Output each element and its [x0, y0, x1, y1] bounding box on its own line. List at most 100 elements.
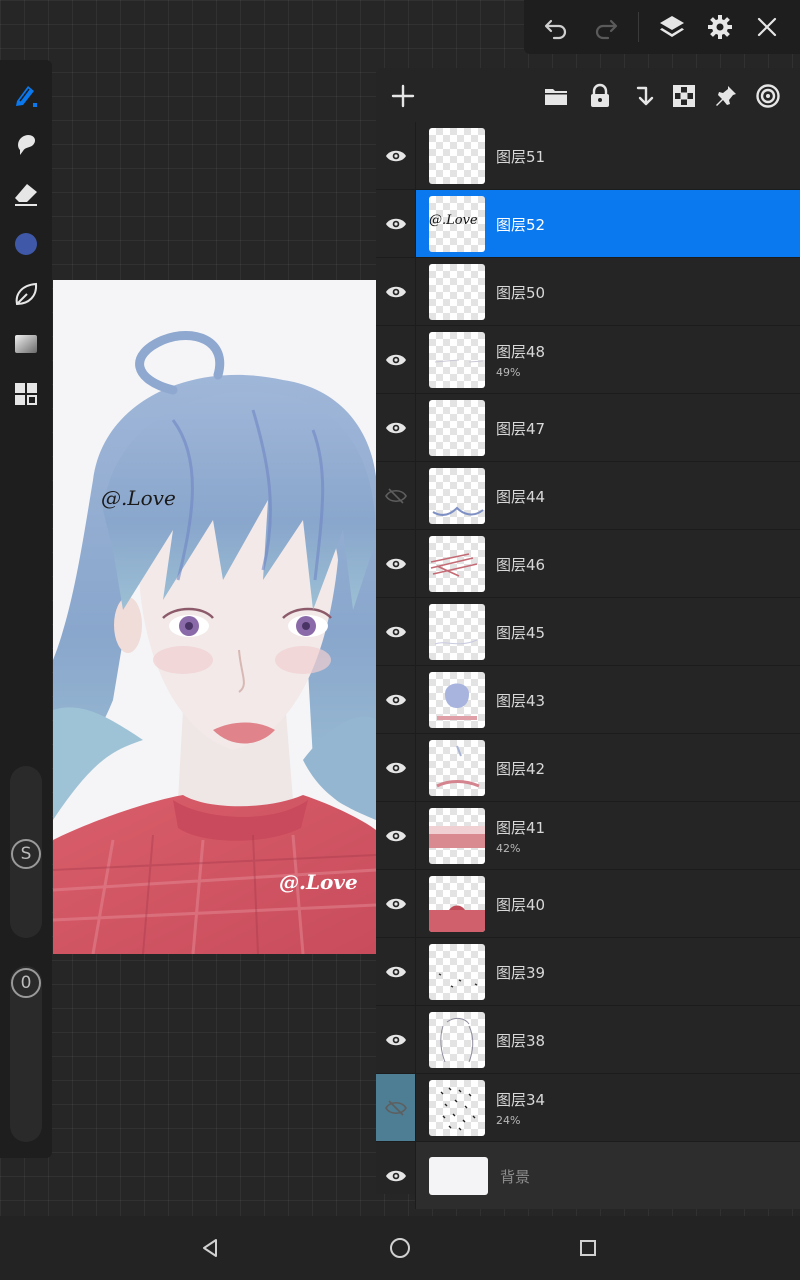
layer-name: 图层43: [496, 692, 546, 710]
reference-button[interactable]: [750, 78, 786, 114]
visibility-toggle[interactable]: [376, 326, 416, 393]
layer-name: 图层48: [496, 343, 546, 361]
visibility-toggle[interactable]: [376, 462, 416, 529]
shape-tool[interactable]: [8, 276, 44, 312]
drawing-canvas[interactable]: @.Love @.Love: [53, 280, 376, 954]
visibility-toggle[interactable]: [376, 190, 416, 257]
lock-layer-button[interactable]: [582, 78, 618, 114]
visibility-toggle[interactable]: [376, 1006, 416, 1073]
background-layer-row[interactable]: 背景: [376, 1142, 800, 1210]
eye-icon: [385, 1034, 406, 1045]
layer-opacity: 49%: [496, 366, 521, 379]
layer-name: 图层45: [496, 624, 546, 642]
merge-down-button[interactable]: [624, 78, 660, 114]
visibility-toggle[interactable]: [376, 734, 416, 801]
eye-icon: [385, 626, 406, 637]
redo-button[interactable]: [588, 9, 624, 45]
layer-row[interactable]: 图层41 42%: [376, 802, 800, 870]
layer-row[interactable]: 图层34 24%: [376, 1074, 800, 1142]
eraser-icon: [15, 184, 37, 206]
layer-opacity: 24%: [496, 1114, 521, 1127]
canvas-watermark-top: @.Love: [101, 486, 176, 510]
layer-name: 背景: [500, 1168, 531, 1186]
layer-row-main: 图层40: [416, 870, 800, 937]
visibility-toggle[interactable]: [376, 258, 416, 325]
layer-row-main: 图层50: [416, 258, 800, 325]
layer-thumbnail: [429, 604, 485, 660]
layer-row[interactable]: 图层38: [376, 1006, 800, 1074]
pen-tool[interactable]: [8, 76, 44, 112]
nav-back-button[interactable]: [194, 1232, 226, 1264]
eraser-tool[interactable]: [8, 176, 44, 212]
brush-size-knob[interactable]: S: [11, 839, 41, 869]
layer-name: 图层44: [496, 488, 546, 506]
layer-thumbnail: [429, 740, 485, 796]
visibility-toggle[interactable]: [376, 666, 416, 733]
brush-opacity-knob[interactable]: 0: [11, 968, 41, 998]
visibility-toggle[interactable]: [376, 802, 416, 869]
visibility-toggle[interactable]: [376, 1074, 416, 1141]
layer-name: 图层39: [496, 964, 546, 982]
gradient-tool[interactable]: [8, 326, 44, 362]
close-button[interactable]: [749, 9, 785, 45]
eye-icon: [385, 286, 406, 297]
settings-button[interactable]: [702, 9, 738, 45]
nav-recents-button[interactable]: [572, 1232, 604, 1264]
layer-row[interactable]: 图层43: [376, 666, 800, 734]
layer-name: 图层38: [496, 1032, 546, 1050]
pin-icon: [716, 86, 736, 106]
layer-row[interactable]: 图层44: [376, 462, 800, 530]
visibility-toggle[interactable]: [376, 870, 416, 937]
layers-button[interactable]: [654, 9, 690, 45]
layer-opacity: 42%: [496, 842, 521, 855]
layer-row[interactable]: 图层42: [376, 734, 800, 802]
visibility-toggle[interactable]: [376, 938, 416, 1005]
layer-thumbnail: [429, 672, 485, 728]
artwork: [53, 280, 376, 954]
eye-icon: [385, 558, 406, 569]
toolbar-divider: [638, 12, 639, 42]
layer-row[interactable]: 图层45: [376, 598, 800, 666]
smudge-tool[interactable]: [8, 126, 44, 162]
add-layer-button[interactable]: [385, 78, 421, 114]
layer-row[interactable]: 图层50: [376, 258, 800, 326]
visibility-toggle[interactable]: [376, 394, 416, 461]
eye-icon: [385, 694, 406, 705]
layer-row[interactable]: 图层48 49%: [376, 326, 800, 394]
recents-icon: [580, 1240, 596, 1256]
layer-row-main: 图层51: [416, 122, 800, 189]
layer-name: 图层42: [496, 760, 546, 778]
layer-row[interactable]: 图层51: [376, 122, 800, 190]
tool-panel: S 0: [0, 60, 52, 1158]
eye-off-icon: [384, 487, 407, 504]
pen-icon: [16, 86, 37, 107]
layer-row-main: 图层44: [416, 462, 800, 529]
undo-button[interactable]: [538, 9, 574, 45]
visibility-toggle[interactable]: [376, 1142, 416, 1209]
layer-row[interactable]: 图层40: [376, 870, 800, 938]
visibility-toggle[interactable]: [376, 122, 416, 189]
layer-row[interactable]: 图层47: [376, 394, 800, 462]
gradient-icon: [15, 335, 37, 353]
layer-row[interactable]: @.Love 图层52: [376, 190, 800, 258]
smudge-icon: [18, 135, 36, 155]
visibility-toggle[interactable]: [376, 598, 416, 665]
color-picker[interactable]: [8, 226, 44, 262]
eye-icon: [385, 762, 406, 773]
nav-home-button[interactable]: [384, 1232, 416, 1264]
layer-row[interactable]: 图层46: [376, 530, 800, 598]
gear-icon: [708, 15, 732, 39]
layer-name: 图层51: [496, 148, 546, 166]
materials-tool[interactable]: [8, 376, 44, 412]
visibility-toggle[interactable]: [376, 530, 416, 597]
layer-name: 图层40: [496, 896, 546, 914]
layer-row-main: 图层41 42%: [416, 802, 800, 869]
transparency-lock-button[interactable]: [666, 78, 702, 114]
layer-row[interactable]: 图层39: [376, 938, 800, 1006]
layer-thumbnail: [429, 1012, 485, 1068]
pin-button[interactable]: [708, 78, 744, 114]
folder-button[interactable]: [538, 78, 574, 114]
layers-icon: [660, 16, 684, 37]
eye-icon: [385, 422, 406, 433]
layer-name: 图层47: [496, 420, 546, 438]
